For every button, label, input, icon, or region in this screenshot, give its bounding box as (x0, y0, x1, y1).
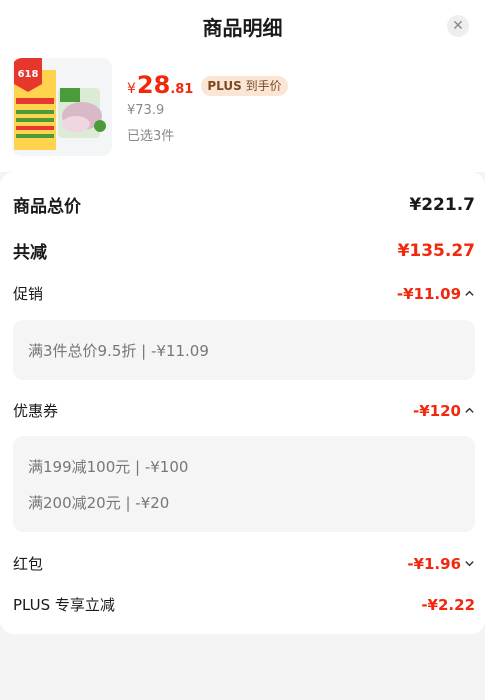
total-reduce-row: 共减 ¥135.27 (13, 238, 475, 264)
promo-value: -¥11.09 (396, 284, 461, 303)
total-price-row: 商品总价 ¥221.7 (13, 192, 475, 218)
plus-badge-plus: PLUS (207, 79, 242, 93)
product-image-badge: 618 (18, 69, 39, 80)
red-packet-label: 红包 (13, 555, 44, 573)
plus-discount-value: -¥2.22 (421, 595, 475, 614)
plus-discount-label: PLUS 专享立减 (13, 596, 115, 614)
coupon-row[interactable]: 优惠券 -¥120 (13, 400, 475, 421)
coupon-detail-item: 满199减100元 | -¥100 (28, 458, 189, 476)
coupon-label: 优惠券 (13, 402, 59, 420)
promo-detail: 满3件总价9.5折 | -¥11.09 (28, 342, 209, 360)
coupon-detail-item: 满200减20元 | -¥20 (28, 494, 170, 512)
coupon-detail-box: 满199减100元 | -¥100 满200减20元 | -¥20 (13, 436, 475, 532)
total-price-label: 商品总价 (13, 197, 81, 217)
price-integer: 28 (136, 71, 171, 99)
price-decimal: .81 (170, 82, 194, 97)
price-symbol: ¥ (127, 81, 136, 97)
chevron-down-icon[interactable] (464, 558, 475, 569)
total-reduce-value: ¥135.27 (397, 240, 475, 261)
promo-row[interactable]: 促销 -¥11.09 (13, 283, 475, 304)
original-price: ¥73.9 (127, 103, 165, 118)
page-title: 商品明细 (202, 16, 283, 40)
chevron-up-icon[interactable] (464, 288, 475, 299)
coupon-value: -¥120 (413, 401, 461, 420)
total-reduce-label: 共减 (13, 243, 47, 263)
plus-discount-row: PLUS 专享立减 -¥2.22 (13, 594, 475, 615)
price-row: ¥ 28 .81 PLUS 到手价 (127, 71, 288, 101)
promo-label: 促销 (13, 285, 44, 303)
plus-price-badge: PLUS 到手价 (201, 76, 288, 96)
selected-count: 已选3件 (127, 129, 175, 144)
product-image[interactable]: 618 (12, 58, 112, 156)
product-header-panel: 商品明细 ✕ 618 ¥ 28 .81 PLUS 到手价 ¥73.9 已选3件 (0, 0, 485, 172)
price-detail-card: 商品总价 ¥221.7 共减 ¥135.27 促销 -¥11.09 满3件总价9… (0, 172, 485, 634)
close-icon[interactable]: ✕ (447, 15, 469, 37)
chevron-up-icon[interactable] (464, 405, 475, 416)
plus-badge-text: 到手价 (245, 79, 282, 93)
red-packet-row[interactable]: 红包 -¥1.96 (13, 553, 475, 574)
red-packet-value: -¥1.96 (407, 554, 461, 573)
promo-detail-box: 满3件总价9.5折 | -¥11.09 (13, 320, 475, 380)
total-price-value: ¥221.7 (409, 194, 475, 215)
